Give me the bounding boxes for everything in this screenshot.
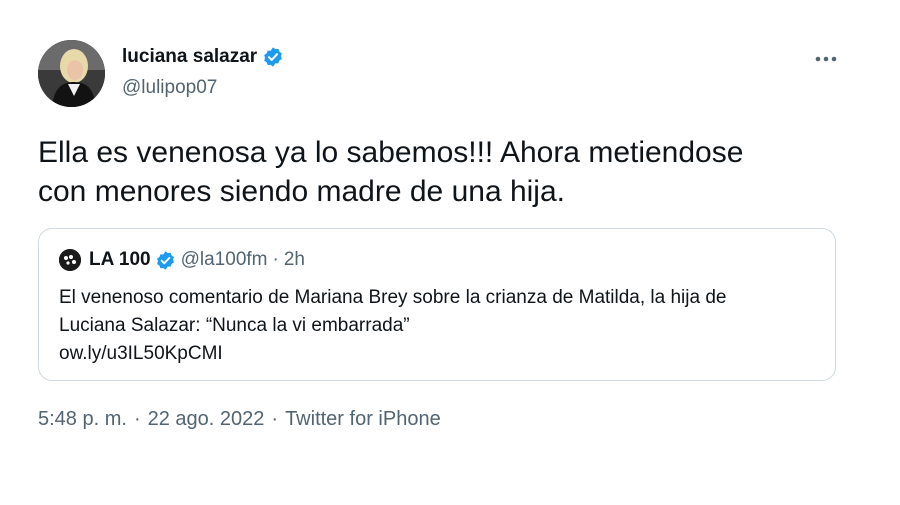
tweet-meta: 5:48 p. m. · 22 ago. 2022 · Twitter for … — [38, 408, 441, 431]
more-options-button[interactable] — [811, 47, 841, 71]
author-name-row[interactable]: luciana salazar — [122, 46, 284, 68]
author-handle[interactable]: @lulipop07 — [122, 77, 217, 99]
quoted-timestamp[interactable]: 2h — [284, 249, 305, 271]
tweet-text-line: Ella es venenosa ya lo sabemos!!! Ahora … — [38, 136, 744, 169]
quoted-author-name[interactable]: LA 100 — [89, 249, 151, 271]
quoted-tweet-body: El venenoso comentario de Mariana Brey s… — [59, 284, 819, 368]
quoted-tweet[interactable]: LA 100 @la100fm · 2h El venenoso comenta… — [38, 228, 836, 381]
quoted-link[interactable]: ow.ly/u3IL50KpCMI — [59, 340, 819, 368]
author-avatar[interactable] — [38, 40, 105, 107]
tweet-date[interactable]: 22 ago. 2022 — [148, 408, 265, 431]
quoted-text-line: Luciana Salazar: “Nunca la vi embarrada” — [59, 315, 410, 336]
verified-badge-icon — [262, 46, 284, 68]
quoted-tweet-header: LA 100 @la100fm · 2h — [59, 249, 305, 271]
quoted-separator: · — [272, 249, 279, 270]
tweet-text: Ella es venenosa ya lo sabemos!!! Ahora … — [38, 133, 858, 211]
quoted-text-line: El venenoso comentario de Mariana Brey s… — [59, 287, 727, 308]
tweet-text-line: con menores siendo madre de una hija. — [38, 175, 565, 208]
author-display-name[interactable]: luciana salazar — [122, 46, 257, 68]
tweet-card: luciana salazar @lulipop07 Ella es venen… — [0, 0, 900, 505]
tweet-source-link[interactable]: Twitter for iPhone — [285, 408, 441, 431]
quoted-author-handle[interactable]: @la100fm — [181, 249, 268, 271]
meta-separator: · — [271, 408, 279, 430]
tweet-time[interactable]: 5:48 p. m. — [38, 408, 127, 431]
quoted-author-avatar[interactable] — [59, 249, 81, 271]
more-options-icon — [815, 56, 837, 62]
verified-badge-icon — [155, 250, 176, 271]
meta-separator: · — [133, 408, 141, 430]
